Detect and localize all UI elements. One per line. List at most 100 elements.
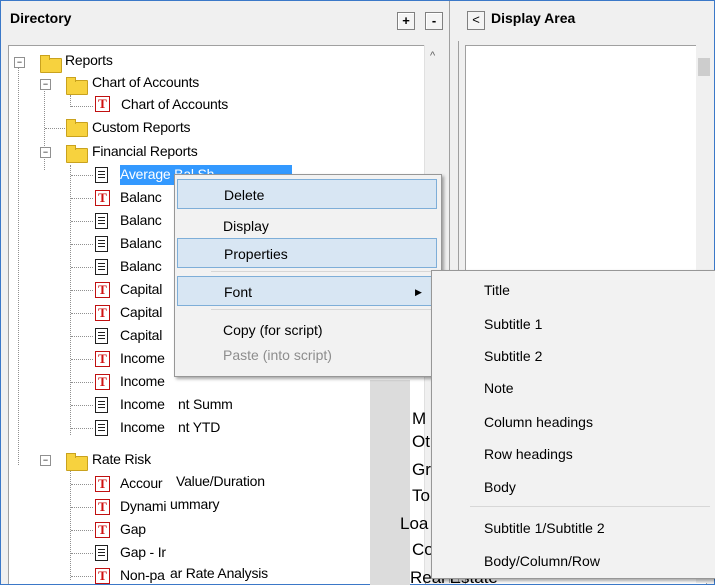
document-icon bbox=[95, 167, 108, 183]
tree-node-rate-3[interactable]: Gap bbox=[120, 519, 146, 539]
submenu-item-body-column-row[interactable]: Body/Column/Row bbox=[484, 545, 600, 577]
tree-line bbox=[70, 165, 71, 435]
tree-line bbox=[71, 359, 93, 360]
tree-node-balance-3[interactable]: Balanc bbox=[120, 233, 162, 253]
menu-item-properties[interactable]: Properties bbox=[177, 238, 437, 268]
tree-node-rate-2[interactable]: Dynami bbox=[120, 496, 166, 516]
context-menu: Delete Display Properties Font ▶ Copy (fo… bbox=[174, 174, 442, 377]
folder-icon bbox=[66, 145, 88, 163]
collapse-toggle-icon[interactable]: − bbox=[40, 455, 51, 466]
display-scroll-thumb[interactable] bbox=[698, 58, 710, 76]
menu-separator bbox=[211, 271, 435, 272]
tree-node-capital-3[interactable]: Capital bbox=[120, 325, 162, 345]
background-label: To bbox=[412, 486, 430, 505]
menu-item-label: Delete bbox=[224, 187, 265, 203]
report-t-icon: T bbox=[95, 476, 110, 492]
collapse-toggle-icon[interactable]: − bbox=[40, 79, 51, 90]
tree-node-rate-5[interactable]: Non-pa bbox=[120, 565, 165, 585]
submenu-item-row-headings[interactable]: Row headings bbox=[484, 438, 573, 470]
background-label: Gr bbox=[412, 460, 431, 479]
tree-line bbox=[71, 198, 93, 199]
menu-item-font[interactable]: Font ▶ bbox=[177, 276, 437, 306]
report-t-icon: T bbox=[95, 499, 110, 515]
tree-node-financial-reports[interactable]: Financial Reports bbox=[92, 141, 198, 161]
menu-item-label: Font bbox=[224, 284, 253, 300]
tree-node-rate-2-tail: ummary bbox=[170, 496, 220, 512]
tree-line bbox=[71, 405, 93, 406]
collapse-toggle-icon[interactable]: − bbox=[40, 147, 51, 158]
tree-node-income-2[interactable]: Income bbox=[120, 371, 165, 391]
tree-node-reports[interactable]: Reports bbox=[65, 50, 113, 70]
tree-line bbox=[18, 65, 19, 465]
tree-line bbox=[71, 382, 93, 383]
tree-node-income-4-tail: nt YTD bbox=[178, 419, 221, 435]
folder-icon bbox=[66, 119, 88, 137]
tree-node-income-3[interactable]: Income bbox=[120, 394, 165, 414]
scroll-up-icon[interactable]: ^ bbox=[430, 50, 435, 62]
tree-node-income-3-tail: nt Summ bbox=[178, 396, 233, 412]
collapse-toggle-icon[interactable]: − bbox=[14, 57, 25, 68]
font-submenu: Title Subtitle 1 Subtitle 2 Note Column … bbox=[431, 270, 715, 579]
submenu-item-title[interactable]: Title bbox=[484, 274, 510, 306]
tree-line bbox=[45, 128, 65, 129]
submenu-item-subtitle-1[interactable]: Subtitle 1 bbox=[484, 308, 542, 340]
report-t-icon: T bbox=[95, 351, 110, 367]
tree-line bbox=[71, 576, 93, 577]
tree-node-chart-of-accounts[interactable]: Chart of Accounts bbox=[121, 94, 228, 114]
menu-separator bbox=[211, 309, 435, 310]
tree-node-custom-reports[interactable]: Custom Reports bbox=[92, 117, 191, 137]
document-icon bbox=[95, 236, 108, 252]
tree-node-rate-4[interactable]: Gap - Ir bbox=[120, 542, 166, 562]
tree-node-balance-4[interactable]: Balanc bbox=[120, 256, 162, 276]
folder-icon bbox=[66, 77, 88, 95]
tree-line bbox=[71, 244, 93, 245]
document-icon bbox=[95, 213, 108, 229]
tree-node-rate-1-tail: Value/Duration bbox=[176, 473, 265, 489]
tree-line bbox=[70, 470, 71, 580]
tree-node-chart-of-accounts-folder[interactable]: Chart of Accounts bbox=[92, 72, 199, 92]
background-label: Loa bbox=[400, 514, 429, 533]
menu-item-display[interactable]: Display bbox=[177, 211, 437, 241]
background-label: Ot bbox=[412, 432, 430, 451]
submenu-item-subtitle-2[interactable]: Subtitle 2 bbox=[484, 340, 542, 372]
submenu-item-note[interactable]: Note bbox=[484, 372, 514, 404]
report-t-icon: T bbox=[95, 374, 110, 390]
collapse-all-button[interactable]: - bbox=[425, 12, 443, 30]
menu-item-delete[interactable]: Delete bbox=[177, 179, 437, 209]
tree-line bbox=[71, 221, 93, 222]
tree-line bbox=[71, 267, 93, 268]
report-t-icon: T bbox=[95, 305, 110, 321]
tree-node-income-1[interactable]: Income bbox=[120, 348, 165, 368]
submenu-item-column-headings[interactable]: Column headings bbox=[484, 406, 593, 438]
tree-line bbox=[71, 553, 93, 554]
submenu-item-body[interactable]: Body bbox=[484, 471, 516, 503]
expand-all-button[interactable]: + bbox=[397, 12, 415, 30]
report-t-icon: T bbox=[95, 522, 110, 538]
tree-node-rate-5-tail: ar Rate Analysis bbox=[170, 565, 268, 581]
document-icon bbox=[95, 259, 108, 275]
tree-node-balance-1[interactable]: Balanc bbox=[120, 187, 162, 207]
menu-item-label: Properties bbox=[224, 246, 288, 262]
tree-node-income-4[interactable]: Income bbox=[120, 417, 165, 437]
menu-item-label: Paste (into script) bbox=[223, 347, 332, 363]
report-t-icon: T bbox=[95, 190, 110, 206]
menu-item-paste-into-script: Paste (into script) bbox=[177, 340, 437, 370]
tree-line bbox=[71, 428, 93, 429]
tree-node-capital-1[interactable]: Capital bbox=[120, 279, 162, 299]
tree-node-balance-2[interactable]: Balanc bbox=[120, 210, 162, 230]
tree-node-rate-risk[interactable]: Rate Risk bbox=[92, 449, 151, 469]
tree-node-rate-1[interactable]: Accour bbox=[120, 473, 163, 493]
directory-title: Directory bbox=[10, 10, 72, 26]
report-t-icon: T bbox=[95, 282, 110, 298]
document-icon bbox=[95, 545, 108, 561]
tree-node-capital-2[interactable]: Capital bbox=[120, 302, 162, 322]
display-title: Display Area bbox=[491, 10, 576, 26]
tree-line bbox=[71, 290, 93, 291]
collapse-display-button[interactable]: < bbox=[467, 11, 485, 30]
report-t-icon: T bbox=[95, 568, 110, 584]
submenu-item-subtitle-combined[interactable]: Subtitle 1/Subtitle 2 bbox=[484, 512, 605, 544]
menu-item-label: Display bbox=[223, 218, 269, 234]
tree-line bbox=[71, 336, 93, 337]
document-icon bbox=[95, 328, 108, 344]
document-icon bbox=[95, 397, 108, 413]
